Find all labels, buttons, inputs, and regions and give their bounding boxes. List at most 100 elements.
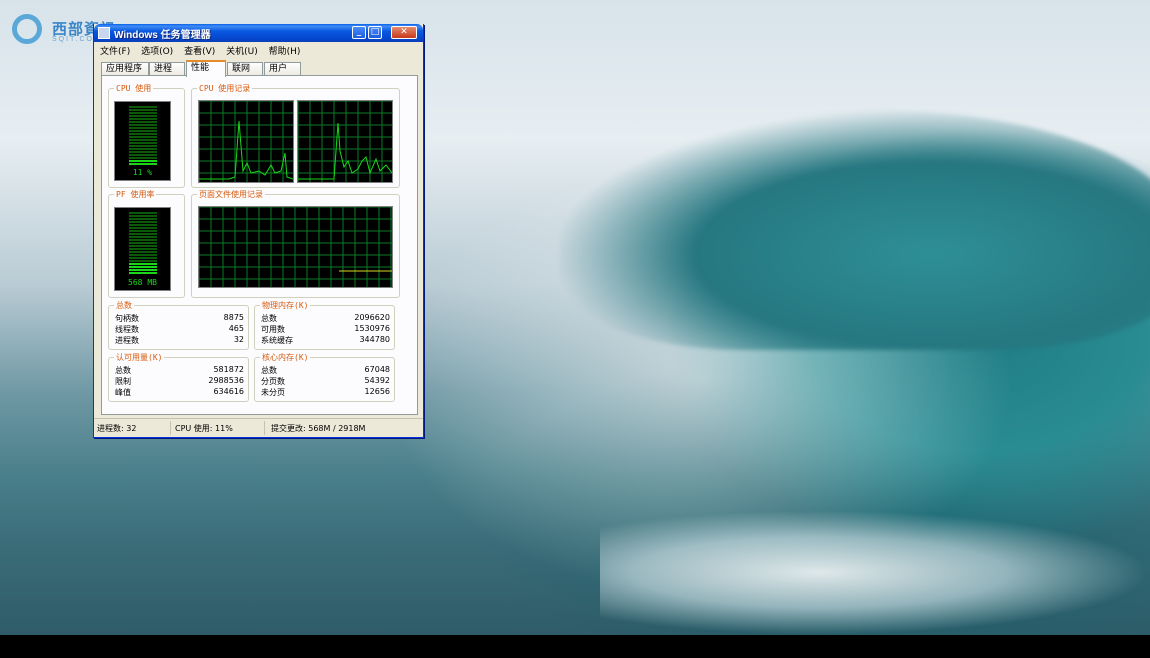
stat-key: 峰值	[115, 388, 131, 397]
meter-segment	[129, 218, 157, 220]
meter-segment	[129, 124, 157, 126]
kernel-total-row: 总数 67048	[261, 365, 390, 376]
meter-segment	[129, 145, 157, 147]
tab-processes[interactable]: 进程	[149, 62, 185, 76]
meter-segment	[129, 133, 157, 135]
status-processes: 进程数: 32	[97, 424, 137, 433]
menu-help[interactable]: 帮助(H)	[269, 44, 301, 57]
meter-segment	[129, 160, 157, 162]
stat-value: 2096620	[354, 313, 390, 322]
menu-view[interactable]: 查看(V)	[184, 44, 215, 57]
stat-key: 系统缓存	[261, 336, 293, 345]
stat-value: 1530976	[354, 324, 390, 333]
commit-peak-row: 峰值 634616	[115, 387, 244, 398]
status-bar: 进程数: 32 CPU 使用: 11% 提交更改: 568M / 2918M	[94, 418, 423, 437]
stat-key: 未分页	[261, 388, 285, 397]
commit-limit-row: 限制 2988536	[115, 376, 244, 387]
meter-segment	[129, 254, 157, 256]
pf-usage-label: PF 使用率	[114, 189, 157, 200]
status-separator	[170, 421, 171, 435]
pf-meter-value: 568 MB	[128, 278, 157, 287]
menu-bar: 文件(F) 选项(O) 查看(V) 关机(U) 帮助(H)	[94, 42, 423, 57]
stat-value: 54392	[364, 376, 390, 385]
kernel-paged-row: 分页数 54392	[261, 376, 390, 387]
meter-segment	[129, 212, 157, 214]
title-bar[interactable]: Windows 任务管理器 _ □ ✕	[94, 24, 423, 42]
cpu-meter-value: 11 %	[132, 168, 153, 177]
meter-segment	[129, 224, 157, 226]
meter-segment	[129, 245, 157, 247]
kernel-memory-group: 核心内存(K) 总数 67048 分页数 54392 未分页 12656	[254, 352, 395, 402]
app-icon	[98, 27, 110, 39]
meter-segment	[129, 236, 157, 238]
menu-shutdown[interactable]: 关机(U)	[226, 44, 258, 57]
status-separator	[264, 421, 265, 435]
status-cpu: CPU 使用: 11%	[175, 424, 233, 433]
meter-segment	[129, 157, 157, 159]
status-commit: 提交更改: 568M / 2918M	[271, 424, 366, 433]
cpu-history-graph-core-1	[198, 100, 294, 183]
minimize-button[interactable]: _	[352, 26, 366, 39]
tab-strip: 应用程序 进程 性能 联网 用户	[94, 60, 423, 77]
menu-file[interactable]: 文件(F)	[100, 44, 130, 57]
pf-usage-group: PF 使用率 568 MB	[108, 189, 185, 298]
kernel-nonpaged-row: 未分页 12656	[261, 387, 390, 398]
physical-memory-group: 物理内存(K) 总数 2096620 可用数 1530976 系统缓存 344780	[254, 300, 395, 350]
meter-segment	[129, 251, 157, 253]
physical-cache-row: 系统缓存 344780	[261, 335, 390, 346]
meter-segment	[129, 112, 157, 114]
meter-segment	[129, 121, 157, 123]
performance-panel: CPU 使用 11 % CPU 使用记录 PF 使用率 568 MB 页面文件使…	[101, 75, 418, 415]
menu-options[interactable]: 选项(O)	[141, 44, 173, 57]
stat-value: 344780	[359, 335, 390, 344]
stat-value: 581872	[213, 365, 244, 374]
totals-group: 总数 句柄数 8875 线程数 465 进程数 32	[108, 300, 249, 350]
cpu-trace-core-2	[298, 122, 392, 180]
tab-users[interactable]: 用户	[264, 62, 301, 76]
meter-segment	[129, 142, 157, 144]
tab-networking[interactable]: 联网	[227, 62, 263, 76]
window-title: Windows 任务管理器	[114, 30, 211, 41]
stat-key: 总数	[115, 366, 131, 375]
cpu-history-label: CPU 使用记录	[197, 83, 253, 94]
tab-applications[interactable]: 应用程序	[101, 62, 149, 76]
meter-segment	[129, 136, 157, 138]
cpu-meter: 11 %	[114, 101, 171, 181]
physical-memory-label: 物理内存(K)	[260, 300, 311, 311]
stat-key: 句柄数	[115, 314, 139, 323]
stat-key: 总数	[261, 366, 277, 375]
meter-segment	[129, 139, 157, 141]
cpu-history-group: CPU 使用记录	[191, 83, 400, 188]
meter-segment	[129, 109, 157, 111]
stat-key: 总数	[261, 314, 277, 323]
stat-key: 分页数	[261, 377, 285, 386]
meter-segment	[129, 215, 157, 217]
wave-foam	[600, 510, 1150, 635]
meter-segment	[129, 266, 157, 268]
stat-value: 12656	[364, 387, 390, 396]
tab-performance[interactable]: 性能	[186, 60, 226, 77]
commit-charge-group: 认可用量(K) 总数 581872 限制 2988536 峰值 634616	[108, 352, 249, 402]
stat-key: 线程数	[115, 325, 139, 334]
meter-segment	[129, 221, 157, 223]
meter-segment	[129, 227, 157, 229]
commit-total-row: 总数 581872	[115, 365, 244, 376]
pf-meter: 568 MB	[114, 207, 171, 291]
taskbar	[0, 635, 1150, 658]
maximize-button[interactable]: □	[368, 26, 382, 39]
meter-segment	[129, 260, 157, 262]
cpu-history-plot-1	[199, 101, 293, 182]
pf-history-label: 页面文件使用记录	[197, 189, 265, 200]
meter-segment	[129, 130, 157, 132]
pf-history-group: 页面文件使用记录	[191, 189, 400, 298]
stat-value: 32	[233, 335, 244, 344]
close-button[interactable]: ✕	[391, 26, 417, 39]
pf-history-graph	[198, 206, 393, 288]
cpu-usage-label: CPU 使用	[114, 83, 154, 94]
meter-segment	[129, 106, 157, 108]
meter-segment	[129, 233, 157, 235]
stat-value: 67048	[364, 365, 390, 374]
cpu-history-plot-2	[298, 101, 392, 182]
meter-segment	[129, 239, 157, 241]
meter-segment	[129, 118, 157, 120]
